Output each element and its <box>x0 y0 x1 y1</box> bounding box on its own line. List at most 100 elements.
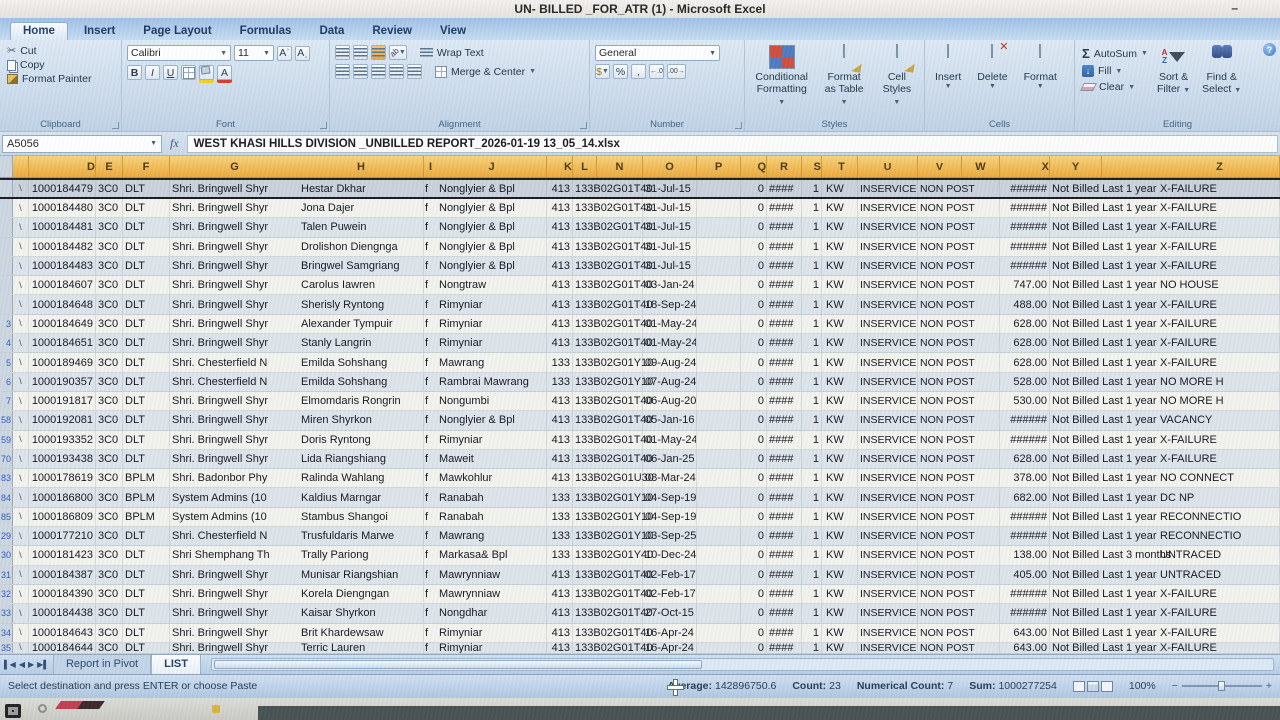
cell-r[interactable]: #### <box>767 315 802 333</box>
cell-l[interactable]: 133B02G01T40 <box>573 643 597 653</box>
taskbar-app-icon[interactable] <box>212 705 220 713</box>
cell-g[interactable]: Shri. Bringwell Shyr <box>170 604 299 622</box>
cell-h[interactable]: Korela Diengngan <box>299 585 424 603</box>
column-header-j[interactable]: J <box>437 156 547 178</box>
cell-g[interactable]: Shri. Bringwell Shyr <box>170 624 299 642</box>
cell-r[interactable]: #### <box>767 566 802 584</box>
row-number[interactable]: 4 <box>0 334 13 352</box>
row-number[interactable]: 85 <box>0 508 13 526</box>
cell-d[interactable]: 1000193438 <box>29 450 96 468</box>
cell-l[interactable]: 133B02G01T40 <box>573 180 597 197</box>
fill-color-button[interactable] <box>199 65 214 80</box>
row-number[interactable]: 35 <box>0 643 13 653</box>
cell-t[interactable]: KW <box>822 450 858 468</box>
cell-c[interactable]: \ <box>13 624 29 642</box>
cell-x[interactable]: ###### <box>1000 238 1050 256</box>
cell-x[interactable]: ###### <box>1000 604 1050 622</box>
format-cells-button[interactable]: Format▼ <box>1019 43 1062 117</box>
cell-j[interactable]: Maweit <box>437 450 547 468</box>
cell-s[interactable]: 1 <box>802 334 822 352</box>
align-center-button[interactable] <box>353 64 368 79</box>
cell-x[interactable]: 628.00 <box>1000 334 1050 352</box>
cell-f[interactable]: DLT <box>123 546 170 564</box>
cell-h[interactable]: Sherisly Ryntong <box>299 295 424 313</box>
cell-f[interactable]: DLT <box>123 431 170 449</box>
cell-j[interactable]: Rambrai Mawrang <box>437 373 547 391</box>
cell-k[interactable]: 413 <box>547 411 573 429</box>
cell-x[interactable]: 682.00 <box>1000 488 1050 506</box>
column-header-w[interactable]: W <box>962 156 1000 178</box>
tab-page-layout[interactable]: Page Layout <box>131 23 223 40</box>
tab-data[interactable]: Data <box>307 23 356 40</box>
insert-cells-button[interactable]: Insert▼ <box>930 43 966 117</box>
cell-v[interactable]: NON POST <box>918 527 962 545</box>
cell-q[interactable]: 0 <box>741 469 767 487</box>
cell-u[interactable]: INSERVICE <box>858 295 918 313</box>
row-number[interactable]: 32 <box>0 585 13 603</box>
cell-f[interactable]: DLT <box>123 257 170 275</box>
cell-y[interactable]: Not Billed Last 1 year <box>1050 604 1102 622</box>
cell-x[interactable]: 530.00 <box>1000 392 1050 410</box>
cell-s[interactable]: 1 <box>802 431 822 449</box>
cell-e[interactable]: 3C0 <box>96 624 123 642</box>
cell-h[interactable]: Talen Puwein <box>299 218 424 236</box>
zoom-level[interactable]: 100% <box>1129 680 1156 692</box>
cell-d[interactable]: 1000184643 <box>29 624 96 642</box>
grow-font-button[interactable]: Aʾ <box>277 46 292 61</box>
cell-h[interactable]: Doris Ryntong <box>299 431 424 449</box>
fill-button[interactable]: ↓Fill▼ <box>1080 64 1150 78</box>
cell-l[interactable]: 133B02G01Y40 <box>573 546 597 564</box>
cell-i[interactable]: f <box>424 373 437 391</box>
column-header-l[interactable]: L <box>573 156 597 178</box>
cell-r[interactable]: #### <box>767 508 802 526</box>
cell-j[interactable]: Nonglyier & Bpl <box>437 199 547 217</box>
cell-k[interactable]: 413 <box>547 450 573 468</box>
align-right-button[interactable] <box>371 64 386 79</box>
cell-h[interactable]: Drolishon Diengnga <box>299 238 424 256</box>
cell-x[interactable]: ###### <box>1000 431 1050 449</box>
cell-k[interactable]: 413 <box>547 624 573 642</box>
cell-j[interactable]: Ranabah <box>437 508 547 526</box>
sheet-tab-list[interactable]: LIST <box>151 655 201 674</box>
cell-i[interactable]: f <box>424 353 437 371</box>
cell-l[interactable]: 133B02G01T40 <box>573 334 597 352</box>
row-number[interactable]: 29 <box>0 527 13 545</box>
cell-c[interactable]: \ <box>13 604 29 622</box>
row-number[interactable]: 83 <box>0 469 13 487</box>
cell-s[interactable]: 1 <box>802 373 822 391</box>
cell-e[interactable]: 3C0 <box>96 334 123 352</box>
cell-r[interactable]: #### <box>767 257 802 275</box>
middle-align-button[interactable] <box>353 45 368 60</box>
cell-j[interactable]: Nonglyier & Bpl <box>437 218 547 236</box>
cell-g[interactable]: Shri. Chesterfield N <box>170 353 299 371</box>
cell-u[interactable]: INSERVICE <box>858 218 918 236</box>
cell-t[interactable]: KW <box>822 488 858 506</box>
cell-q[interactable]: 0 <box>741 546 767 564</box>
cell-k[interactable]: 413 <box>547 295 573 313</box>
cell-q[interactable]: 0 <box>741 508 767 526</box>
cell-j[interactable]: Mawkohlur <box>437 469 547 487</box>
cell-j[interactable]: Rimyniar <box>437 624 547 642</box>
cell-r[interactable]: #### <box>767 431 802 449</box>
cell-r[interactable]: #### <box>767 218 802 236</box>
cell-i[interactable]: f <box>424 450 437 468</box>
autosum-button[interactable]: ΣAutoSum▼ <box>1080 45 1150 62</box>
cell-d[interactable]: 1000184390 <box>29 585 96 603</box>
cell-p[interactable] <box>697 238 741 256</box>
cell-c[interactable]: \ <box>13 373 29 391</box>
cell-k[interactable]: 413 <box>547 238 573 256</box>
zoom-slider-thumb[interactable] <box>1218 681 1225 691</box>
cell-g[interactable]: System Admins (10 <box>170 488 299 506</box>
cell-c[interactable]: \ <box>13 199 29 217</box>
row-number[interactable]: 30 <box>0 546 13 564</box>
cell-r[interactable]: #### <box>767 643 802 653</box>
cell-p[interactable] <box>697 546 741 564</box>
cell-i[interactable]: f <box>424 238 437 256</box>
cell-y[interactable]: Not Billed Last 1 year <box>1050 431 1102 449</box>
cell-d[interactable]: 1000189469 <box>29 353 96 371</box>
font-dialog-launcher[interactable] <box>320 122 327 129</box>
format-painter-button[interactable]: Format Painter <box>5 72 116 86</box>
cell-f[interactable]: DLT <box>123 315 170 333</box>
column-header-d[interactable]: D <box>29 156 96 178</box>
cell-c[interactable]: \ <box>13 488 29 506</box>
